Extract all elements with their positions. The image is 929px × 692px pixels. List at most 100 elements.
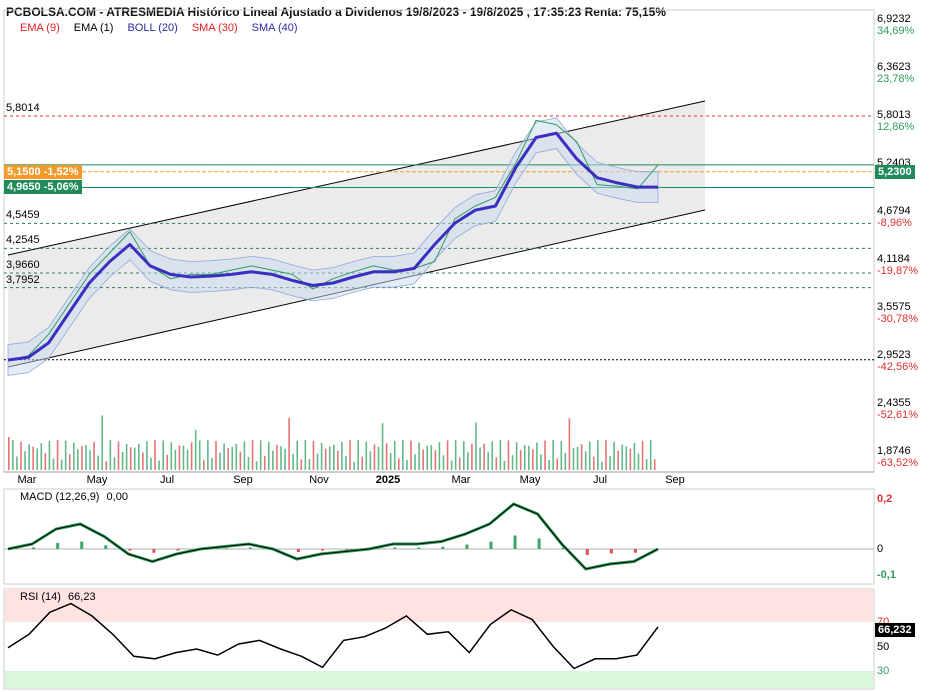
macd-value: 0,00 xyxy=(106,491,128,503)
macd-hist-bar xyxy=(296,549,300,552)
volume-bar xyxy=(198,440,201,470)
volume-bar xyxy=(32,446,34,470)
volume-bar xyxy=(328,446,331,470)
price-tick-label: 6,9232 xyxy=(877,13,911,25)
macd-hist-bar xyxy=(104,545,108,549)
pct-tick-label: 34,69% xyxy=(877,25,915,37)
volume-bar xyxy=(560,440,563,470)
volume-bar xyxy=(280,446,282,470)
volume-bar xyxy=(393,440,396,470)
volume-bar xyxy=(471,443,473,470)
green-price-tag: 4,9650 -5,06% xyxy=(4,180,82,194)
volume-bar xyxy=(422,449,424,470)
macd-hist-bar xyxy=(224,548,228,549)
volume-bar xyxy=(121,451,124,470)
volume-bar xyxy=(194,429,197,470)
rsi-oversold-zone xyxy=(5,671,873,688)
macd-hist-bar xyxy=(489,541,493,549)
price-tick-label: 4,6794 xyxy=(877,205,911,217)
macd-hist-bar xyxy=(56,543,60,549)
x-tick-label: Sep xyxy=(665,474,685,486)
volume-bar xyxy=(268,441,270,470)
volume-bar xyxy=(601,461,603,470)
volume-bar xyxy=(588,441,591,470)
volume-bar xyxy=(593,456,595,470)
volume-bar xyxy=(361,456,364,470)
volume-bar xyxy=(333,444,335,470)
volume-bar xyxy=(85,444,87,470)
macd-hist-bar xyxy=(345,549,349,550)
rsi-value: 66,23 xyxy=(68,591,96,603)
volume-bar xyxy=(109,440,112,470)
volume-bar xyxy=(426,445,429,470)
rsi-value-tag: 66,232 xyxy=(875,623,915,637)
volume-bar xyxy=(507,440,510,470)
volume-bar xyxy=(483,443,485,470)
pct-tick-label: -63,52% xyxy=(877,457,918,469)
macd-label: MACD (12,26,9) 0,00 xyxy=(20,491,128,503)
volume-bar xyxy=(345,456,347,470)
pct-tick-label: -8,96% xyxy=(877,217,912,229)
volume-bar xyxy=(572,448,575,470)
price-tick-label: 6,3623 xyxy=(877,61,911,73)
macd-hist-bar xyxy=(152,549,156,553)
x-tick-label: Mar xyxy=(17,474,37,486)
volume-bar xyxy=(138,443,140,470)
price-tick-label: 1,8746 xyxy=(877,445,911,457)
volume-bar xyxy=(568,418,571,470)
volume-bar xyxy=(402,440,404,470)
x-tick-label: 2025 xyxy=(375,474,401,486)
macd-hist-bar xyxy=(441,546,445,549)
volume-bar xyxy=(170,442,173,470)
volume-bar xyxy=(641,440,644,470)
level-label: 4,5459 xyxy=(6,209,40,222)
price-tick-label: 2,9523 xyxy=(877,349,911,361)
volume-bar xyxy=(231,447,234,470)
volume-bar xyxy=(272,450,274,470)
volume-bar xyxy=(24,451,26,470)
pct-tick-label: 12,86% xyxy=(877,121,915,133)
volume-bar xyxy=(621,444,624,470)
volume-bar xyxy=(276,444,278,470)
macd-hist-bar xyxy=(248,547,252,549)
volume-bar xyxy=(211,458,213,470)
last-price-tag: 5,2300 xyxy=(875,165,915,179)
volume-bar xyxy=(219,452,221,470)
volume-bar xyxy=(536,442,538,470)
volume-bar xyxy=(28,444,30,470)
volume-bar xyxy=(133,447,136,470)
volume-bar xyxy=(629,448,632,470)
volume-bar xyxy=(239,451,242,470)
rsi-name: RSI (14) xyxy=(20,591,61,603)
volume-bar xyxy=(284,448,286,470)
volume-bar xyxy=(215,441,217,470)
orange-price-tag: 5,1500 -1,52% xyxy=(4,165,82,179)
volume-bar xyxy=(353,461,355,470)
level-label: 4,2545 xyxy=(6,234,40,247)
macd-hist-bar xyxy=(32,547,36,549)
volume-bar xyxy=(446,440,449,470)
volume-bar xyxy=(150,457,152,470)
volume-bar xyxy=(503,460,506,470)
volume-bar xyxy=(637,453,640,470)
volume-bar xyxy=(385,443,388,470)
macd-series xyxy=(4,502,874,571)
volume-bar xyxy=(97,455,99,470)
volume-bar xyxy=(68,454,71,470)
volume-bar xyxy=(349,440,351,470)
volume-bar xyxy=(414,454,416,470)
volume-bar xyxy=(300,459,303,470)
volume-bar xyxy=(406,459,408,470)
volume-bar xyxy=(564,452,567,470)
macd-hist-bar xyxy=(537,538,541,549)
macd-hist-bar xyxy=(585,549,589,555)
volume-bar xyxy=(410,440,412,470)
volume-bar xyxy=(511,455,514,470)
macd-line xyxy=(7,502,659,571)
chart-stage: PCBOLSA.COM - ATRESMEDIA Histórico Linea… xyxy=(0,0,929,692)
x-tick-label: May xyxy=(86,474,108,486)
macd-hist-bar xyxy=(80,541,84,549)
macd-hist-bar xyxy=(393,547,397,549)
pct-tick-label: -19,87% xyxy=(877,265,918,277)
volume-bar xyxy=(8,437,10,470)
